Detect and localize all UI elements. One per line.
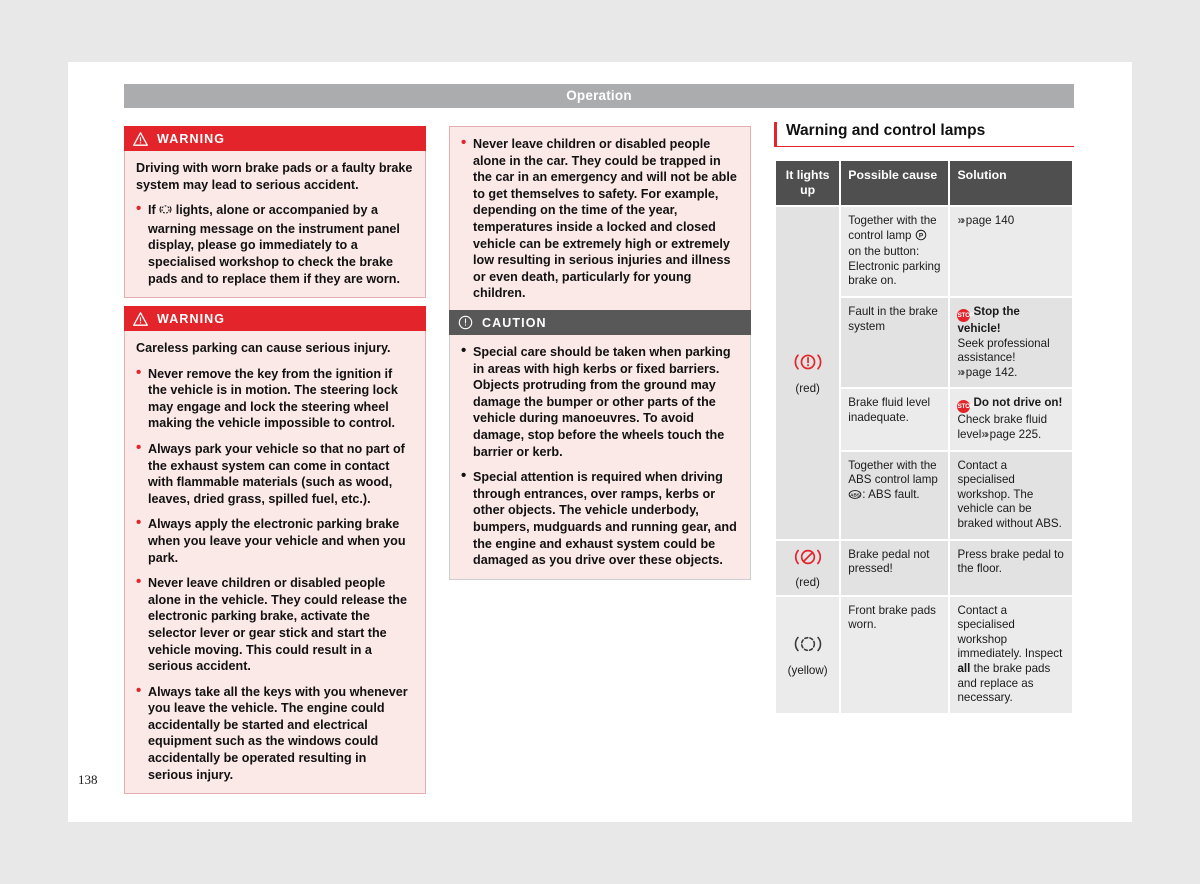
- warning-bullet-paragraph: Always take all the keys with you whenev…: [136, 683, 414, 784]
- warning-lamps-section: Warning and control lamps It lights up P…: [774, 122, 1074, 715]
- brake-pad-wear-lamp-icon: [793, 636, 823, 660]
- column-header-solution: Solution: [950, 161, 1072, 205]
- table-row: (red) Together with the control lamp P o…: [776, 207, 1072, 539]
- cause-cell: Front brake pads worn.: [841, 596, 949, 713]
- page-header-title: Operation: [566, 88, 632, 103]
- caution-bullet-paragraph: Special care should be taken when parkin…: [461, 343, 739, 460]
- warning-label: WARNING: [157, 311, 226, 326]
- warning-bullet-paragraph: Never remove the key from the ignition i…: [136, 365, 414, 432]
- brake-pedal-not-pressed-icon: [793, 549, 823, 572]
- page-reference-link[interactable]: »› page 140: [957, 214, 1014, 227]
- page-link-label: page 225.: [989, 427, 1042, 441]
- bullet-text-after: lights, alone or accompanied by a warnin…: [148, 203, 400, 286]
- solution-text: Seek professional assistance!: [957, 336, 1050, 365]
- solution-text-after: the brake pads and replace as necessary.: [957, 662, 1051, 705]
- warning-box-body: Careless parking can cause serious injur…: [124, 331, 426, 795]
- page-reference-link[interactable]: »› page 225.: [981, 428, 1041, 441]
- caution-box-header: CAUTION: [449, 310, 751, 335]
- warning-box-brake-pads: WARNING Driving with worn brake pads or …: [124, 126, 426, 299]
- lamp-symbol-cell: (red): [776, 207, 840, 539]
- lamp-symbol-cell: (yellow): [776, 596, 840, 713]
- warning-paragraph: Driving with worn brake pads or a faulty…: [136, 161, 413, 192]
- warning-box-careless-parking: WARNING Careless parking can cause serio…: [124, 306, 426, 795]
- brake-warning-lamp-icon: [793, 354, 823, 378]
- warning-paragraph: Careless parking can cause serious injur…: [136, 341, 391, 355]
- solution-cell: Press brake pedal to the floor.: [950, 540, 1072, 595]
- cause-cell: Together with the ABS control lamp ABS: …: [841, 451, 949, 539]
- abs-lamp-icon: ABS: [848, 489, 862, 505]
- solution-cell: Contact a specialised workshop immediate…: [950, 596, 1072, 713]
- solution-text-before: Contact a specialised workshop immediate…: [957, 603, 1063, 661]
- warning-bullet-paragraph: Always park your vehicle so that no part…: [136, 440, 414, 507]
- page-link-label: page 140: [965, 214, 1015, 227]
- column-header-possible-cause: Possible cause: [841, 161, 949, 205]
- lamp-color-label: (red): [795, 382, 820, 396]
- solution-bold-inline: all: [957, 662, 971, 676]
- warning-continued-body: Never leave children or disabled people …: [449, 126, 751, 313]
- page-link-chevron-icon: »›: [957, 365, 965, 379]
- warning-box-continued: Never leave children or disabled people …: [449, 126, 751, 313]
- cause-text-before: Together with the ABS control lamp: [848, 458, 938, 487]
- lamp-symbol-cell: (red): [776, 540, 840, 595]
- caution-box: CAUTION Special care should be taken whe…: [449, 310, 751, 580]
- page-number: 138: [78, 772, 98, 787]
- page-link-chevron-icon: »›: [957, 214, 965, 227]
- warning-bullet-paragraph: Never leave children or disabled people …: [461, 135, 739, 302]
- running-header-band: Operation: [124, 84, 1074, 108]
- table-header-row: It lights up Possible cause Solution: [776, 161, 1072, 205]
- caution-box-body: Special care should be taken when parkin…: [449, 335, 751, 580]
- warning-bullet-paragraph: Never leave children or disabled people …: [136, 574, 414, 675]
- stop-badge-icon: STOP: [957, 400, 974, 414]
- cause-text-after: on the button: Electronic parking brake …: [848, 245, 941, 288]
- warning-triangle-icon: [133, 131, 148, 146]
- page-reference-link[interactable]: »› page 142.: [957, 366, 1017, 379]
- warning-bullet-paragraph: If lights, alone or accompanied by a war…: [136, 201, 414, 287]
- bullet-text-before: If: [148, 203, 160, 218]
- solution-cell: Contact a specialised workshop. The vehi…: [950, 451, 1072, 539]
- cause-cell: Fault in the brake system: [841, 297, 949, 388]
- warning-triangle-icon: [133, 311, 148, 326]
- warning-label: WARNING: [157, 131, 226, 146]
- warning-box-header: WARNING: [124, 126, 426, 151]
- caution-bullet-paragraph: Special attention is required when drivi…: [461, 468, 739, 569]
- solution-bold-text: Do not drive on!: [973, 396, 1063, 410]
- lamp-color-label: (red): [795, 576, 820, 590]
- page-link-chevron-icon: »›: [981, 427, 989, 441]
- stop-badge-icon: STOP: [957, 308, 974, 322]
- cause-cell: Brake pedal not pressed!: [841, 540, 949, 595]
- page-link-label: page 142.: [965, 365, 1018, 379]
- caution-label: CAUTION: [482, 315, 547, 330]
- solution-cell: STOPDo not drive on! Check brake fluid l…: [950, 389, 1072, 450]
- warning-lamps-table: It lights up Possible cause Solution (re…: [774, 159, 1074, 715]
- solution-cell: STOPStop the vehicle! Seek professional …: [950, 297, 1072, 388]
- caution-exclamation-icon: [458, 315, 473, 330]
- warning-bullet-paragraph: Always apply the electronic parking brak…: [136, 515, 414, 566]
- table-row: (red) Brake pedal not pressed! Press bra…: [776, 540, 1072, 595]
- svg-text:P: P: [919, 232, 924, 239]
- cause-cell: Brake fluid level inadequate.: [841, 389, 949, 450]
- cause-cell: Together with the control lamp P on the …: [841, 207, 949, 296]
- warning-box-body: Driving with worn brake pads or a faulty…: [124, 151, 426, 299]
- section-title: Warning and control lamps: [774, 122, 1074, 147]
- cause-text-after: : ABS fault.: [862, 487, 920, 501]
- lamp-color-label: (yellow): [787, 664, 828, 678]
- manual-page: Operation 138 WARNING Driving with worn …: [0, 0, 1200, 884]
- brake-pad-wear-lamp-icon: [159, 203, 172, 221]
- svg-text:ABS: ABS: [850, 492, 860, 497]
- column-header-lights-up: It lights up: [776, 161, 840, 205]
- warning-box-header: WARNING: [124, 306, 426, 331]
- parking-brake-p-icon: P: [915, 229, 927, 246]
- solution-cell: »› page 140: [950, 207, 1072, 296]
- table-row: (yellow) Front brake pads worn. Contact …: [776, 596, 1072, 713]
